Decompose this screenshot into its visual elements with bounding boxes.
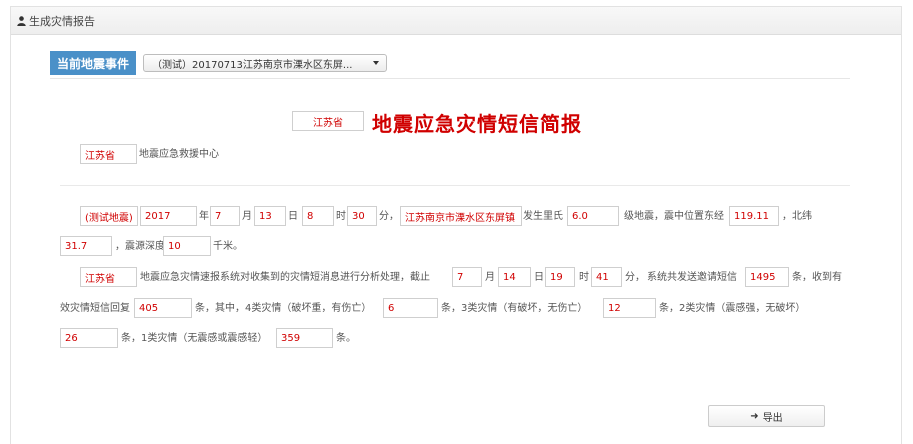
event-bar: 当前地震事件 （测试）20170713江苏南京市溧水区东屏... [50,48,850,79]
hour-unit-label: 时 [336,211,346,222]
deadline-minute-input[interactable]: 41 [591,267,622,287]
location-input[interactable]: 江苏南京市溧水区东屏镇 [400,206,522,226]
panel-header: 生成灾情报告 [11,7,901,35]
report-title: 地震应急灾情短信简报 [372,112,582,136]
class3-count-input[interactable]: 12 [603,298,656,318]
day-unit-label: 日 [288,211,298,222]
province-input[interactable]: 江苏省 [292,111,364,131]
month-input[interactable]: 7 [210,206,240,226]
after-magnitude-label: 级地震，震中位置东经 [624,211,724,222]
class1-count-input[interactable]: 359 [276,328,333,348]
reply-count-input[interactable]: 405 [134,298,192,318]
p2-text7: 条，2类灾情（震感强，无破坏） [659,303,806,314]
depth-unit-label: 千米。 [213,241,243,252]
day-input[interactable]: 13 [254,206,286,226]
longitude-input[interactable]: 119.11 [729,206,779,226]
latitude-input[interactable]: 31.7 [60,236,112,256]
class4-count-input[interactable]: 6 [383,298,438,318]
arrow-right-icon: ➜ [750,410,759,422]
sent-count-input[interactable]: 1495 [745,267,789,287]
center-suffix-label: 地震应急救援中心 [139,149,219,160]
magnitude-input[interactable]: 6.0 [567,206,619,226]
p2-text4: 效灾情短信回复 [60,303,130,314]
center-province-input[interactable]: 江苏省 [80,144,137,164]
year-unit-label: 年 [199,211,209,222]
minute-input[interactable]: 30 [347,206,377,226]
p2-text8: 条，1类灾情（无震感或震感轻） [121,333,268,344]
panel-title: 生成灾情报告 [29,14,95,28]
p2-text5: 条，其中，4类灾情（破坏重，有伤亡） [195,303,372,314]
event-select[interactable]: （测试）20170713江苏南京市溧水区东屏... [143,54,387,72]
test-tag-input[interactable]: (测试地震) [80,206,138,226]
deadline-hour-unit: 时 [579,272,589,283]
minute-unit-label: 分， [379,211,399,222]
p2-text3: 条，收到有 [792,272,842,283]
chevron-down-icon [373,61,379,65]
after-location-label: 发生里氏 [523,211,563,222]
deadline-day-unit: 日 [534,272,544,283]
p2-text1: 地震应急灾情速报系统对收集到的灾情短消息进行分析处理，截止 [140,272,430,283]
after-longitude-label: ，北纬 [782,211,812,222]
user-icon [17,15,26,26]
deadline-day-input[interactable]: 14 [498,267,531,287]
deadline-hour-input[interactable]: 19 [545,267,575,287]
month-unit-label: 月 [242,211,252,222]
p2-text2: 系统共发送邀请短信 [647,272,737,283]
province2-input[interactable]: 江苏省 [80,267,137,287]
deadline-month-input[interactable]: 7 [452,267,482,287]
after-latitude-label: ，震源深度 [115,241,165,252]
export-button[interactable]: ➜ 导出 [708,405,825,427]
deadline-minute-unit: 分， [625,272,645,283]
p2-text6: 条，3类灾情（有破坏，无伤亡） [441,303,588,314]
class2-count-input[interactable]: 26 [60,328,118,348]
event-label: 当前地震事件 [50,51,136,75]
deadline-month-unit: 月 [485,272,495,283]
divider [60,185,850,186]
year-input[interactable]: 2017 [140,206,197,226]
export-label: 导出 [762,412,783,424]
event-select-value: （测试）20170713江苏南京市溧水区东屏... [152,59,353,71]
hour-input[interactable]: 8 [302,206,334,226]
p2-text9: 条。 [336,333,356,344]
depth-input[interactable]: 10 [163,236,211,256]
